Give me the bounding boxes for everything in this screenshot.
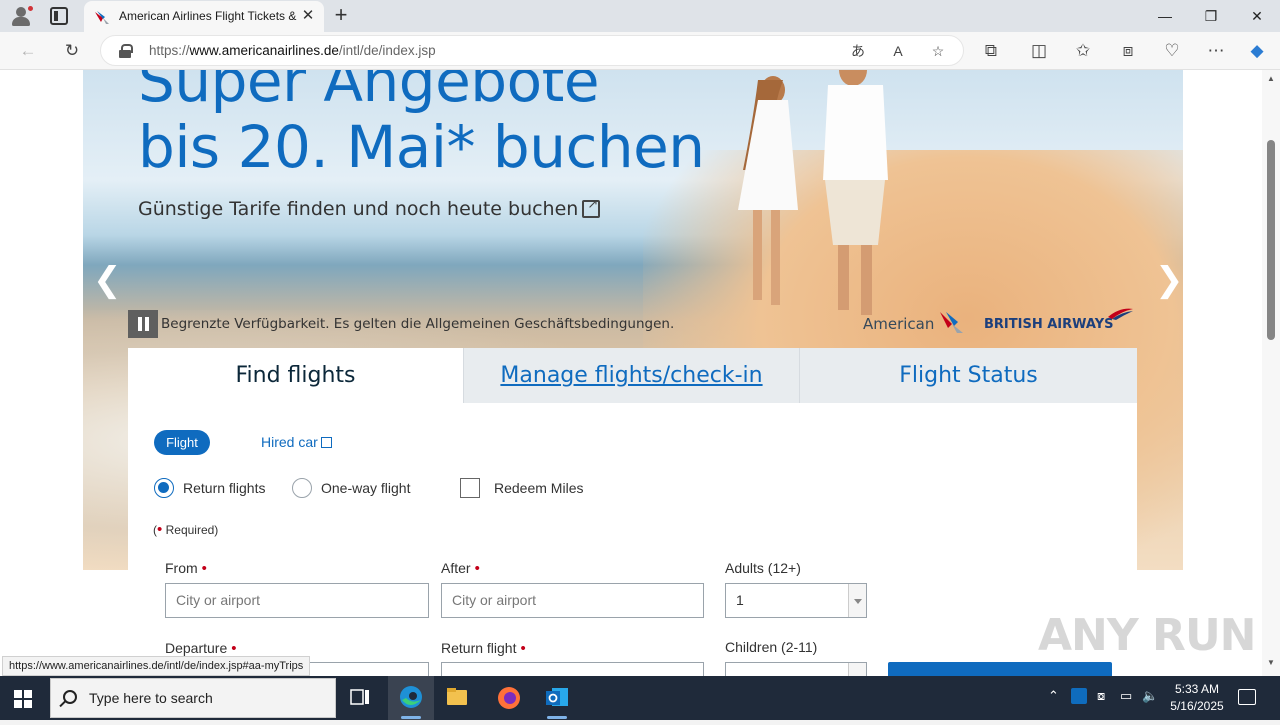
american-logo-text: American bbox=[863, 315, 935, 333]
external-link-icon bbox=[320, 437, 332, 448]
american-logo-mark-icon bbox=[940, 312, 963, 333]
tab-flight-status[interactable]: Flight Status bbox=[799, 348, 1137, 403]
hero-disclaimer: Begrenzte Verfügbarkeit. Es gelten die A… bbox=[161, 316, 675, 332]
windows-start-icon[interactable] bbox=[14, 690, 32, 708]
anyrun-watermark: ANY RUN bbox=[1038, 610, 1256, 661]
translate-icon[interactable]: あ bbox=[848, 41, 868, 61]
more-menu-icon[interactable]: ⋯ bbox=[1205, 40, 1227, 62]
collections-icon[interactable]: ⧈ bbox=[1117, 40, 1139, 62]
split-screen-icon[interactable]: ◫ bbox=[1028, 40, 1050, 62]
tab-manage-flights[interactable]: Manage flights/check-in bbox=[463, 348, 799, 403]
from-input[interactable]: City or airport bbox=[165, 583, 429, 618]
browser-tab-active[interactable]: American Airlines Flight Tickets & ✕ bbox=[84, 1, 324, 32]
tab-find-flights[interactable]: Find flights bbox=[128, 348, 463, 403]
carousel-next-icon[interactable]: ❯ bbox=[1155, 260, 1183, 300]
mode-flight-button[interactable]: Flight bbox=[154, 430, 210, 455]
browser-tab-strip: American Airlines Flight Tickets & ✕ + —… bbox=[0, 0, 1280, 32]
tab-actions-icon[interactable] bbox=[50, 7, 68, 25]
link-status-bar: https://www.americanairlines.de/intl/de/… bbox=[2, 656, 311, 676]
redeem-miles-label: Redeem Miles bbox=[494, 480, 584, 496]
departure-label: Departure • bbox=[165, 640, 237, 657]
couple-photo-illustration bbox=[738, 70, 888, 315]
scrollbar-thumb[interactable] bbox=[1267, 140, 1275, 340]
adults-select[interactable]: 1 bbox=[725, 583, 867, 618]
scroll-up-icon[interactable]: ▲ bbox=[1267, 74, 1275, 83]
hero-subtitle-link[interactable]: Günstige Tarife finden und noch heute bu… bbox=[138, 197, 601, 220]
scroll-down-icon[interactable]: ▼ bbox=[1267, 658, 1275, 667]
minimize-icon[interactable]: — bbox=[1150, 6, 1180, 26]
tray-outlook-icon[interactable] bbox=[1071, 688, 1087, 704]
one-way-label: One-way flight bbox=[321, 480, 411, 496]
edge-taskbar-icon[interactable] bbox=[388, 676, 434, 720]
firefox-icon[interactable] bbox=[486, 676, 532, 720]
return-flights-radio[interactable] bbox=[154, 478, 174, 498]
hero-title: Super Angebote bis 20. Mai* buchen bbox=[138, 70, 705, 181]
restore-icon[interactable]: ❐ bbox=[1196, 6, 1226, 26]
tray-meet-now-icon[interactable]: ⧇ bbox=[1097, 688, 1105, 704]
adults-label: Adults (12+) bbox=[725, 560, 801, 576]
profile-icon[interactable] bbox=[8, 4, 34, 28]
back-icon[interactable]: ← bbox=[17, 40, 39, 62]
to-label: After • bbox=[441, 560, 480, 577]
taskbar-search-box[interactable]: Type here to search bbox=[50, 678, 336, 718]
refresh-icon[interactable]: ↻ bbox=[61, 40, 83, 62]
lock-icon[interactable] bbox=[119, 44, 133, 58]
url-text: https://www.americanairlines.de/intl/de/… bbox=[149, 43, 436, 58]
new-tab-icon[interactable]: + bbox=[330, 4, 352, 26]
address-bar[interactable]: https://www.americanairlines.de/intl/de/… bbox=[100, 35, 964, 66]
search-flights-button[interactable] bbox=[888, 662, 1112, 676]
carousel-prev-icon[interactable]: ❮ bbox=[93, 260, 122, 300]
tray-volume-icon[interactable]: 🔈 bbox=[1142, 688, 1158, 704]
copilot-icon[interactable]: ◆ bbox=[1246, 40, 1268, 62]
page-viewport: Super Angebote bis 20. Mai* buchen Günst… bbox=[0, 70, 1262, 676]
task-view-icon[interactable] bbox=[337, 676, 383, 720]
read-aloud-icon[interactable]: A bbox=[888, 41, 908, 61]
british-airways-speedmarque-icon bbox=[1108, 308, 1133, 320]
return-date-input[interactable] bbox=[441, 662, 704, 676]
booking-widget: Find flights Manage flights/check-in Fli… bbox=[128, 348, 1137, 676]
return-label: Return flight • bbox=[441, 640, 526, 657]
chevron-down-icon bbox=[848, 584, 866, 617]
tray-chevron-up-icon[interactable]: ⌃ bbox=[1048, 688, 1059, 704]
browser-toolbar: ← ↻ https://www.americanairlines.de/intl… bbox=[0, 32, 1280, 70]
extensions-icon[interactable]: ⧉ bbox=[980, 40, 1002, 62]
taskbar-search-placeholder: Type here to search bbox=[89, 690, 213, 706]
tab-title: American Airlines Flight Tickets & bbox=[119, 9, 297, 23]
one-way-radio[interactable] bbox=[292, 478, 312, 498]
browser-essentials-icon[interactable]: ♡ bbox=[1161, 40, 1183, 62]
to-input[interactable]: City or airport bbox=[441, 583, 704, 618]
from-label: From • bbox=[165, 560, 207, 577]
required-note: (• Required) bbox=[153, 521, 219, 538]
tab-close-icon[interactable]: ✕ bbox=[299, 7, 317, 25]
window-close-icon[interactable]: ✕ bbox=[1242, 6, 1272, 26]
return-flights-label: Return flights bbox=[183, 480, 266, 496]
booking-tabs: Find flights Manage flights/check-in Fli… bbox=[128, 348, 1137, 403]
favorite-star-icon[interactable]: ☆ bbox=[928, 41, 948, 61]
external-link-icon bbox=[582, 197, 601, 218]
mode-hired-car-link[interactable]: Hired car bbox=[261, 434, 332, 450]
american-airlines-favicon-icon bbox=[95, 11, 109, 24]
taskbar-clock[interactable]: 5:33 AM 5/16/2025 bbox=[1162, 681, 1232, 715]
windows-taskbar: Type here to search ⌃ ⧇ ▭ 🔈 5:33 AM 5/16… bbox=[0, 676, 1280, 720]
carousel-pause-button[interactable] bbox=[128, 310, 158, 338]
chevron-down-icon bbox=[848, 663, 866, 676]
notification-center-icon[interactable] bbox=[1238, 689, 1256, 705]
children-select[interactable] bbox=[725, 662, 867, 676]
tray-network-icon[interactable]: ▭ bbox=[1120, 688, 1132, 704]
children-label: Children (2-11) bbox=[725, 639, 818, 655]
favorites-icon[interactable]: ✩ bbox=[1072, 40, 1094, 62]
redeem-miles-checkbox[interactable] bbox=[460, 478, 480, 498]
page-scrollbar[interactable]: ▲ ▼ bbox=[1262, 70, 1280, 676]
outlook-icon[interactable] bbox=[534, 676, 580, 720]
british-airways-logo-text: BRITISH AIRWAYS bbox=[984, 317, 1114, 332]
file-explorer-icon[interactable] bbox=[434, 676, 480, 720]
search-icon bbox=[63, 690, 77, 704]
